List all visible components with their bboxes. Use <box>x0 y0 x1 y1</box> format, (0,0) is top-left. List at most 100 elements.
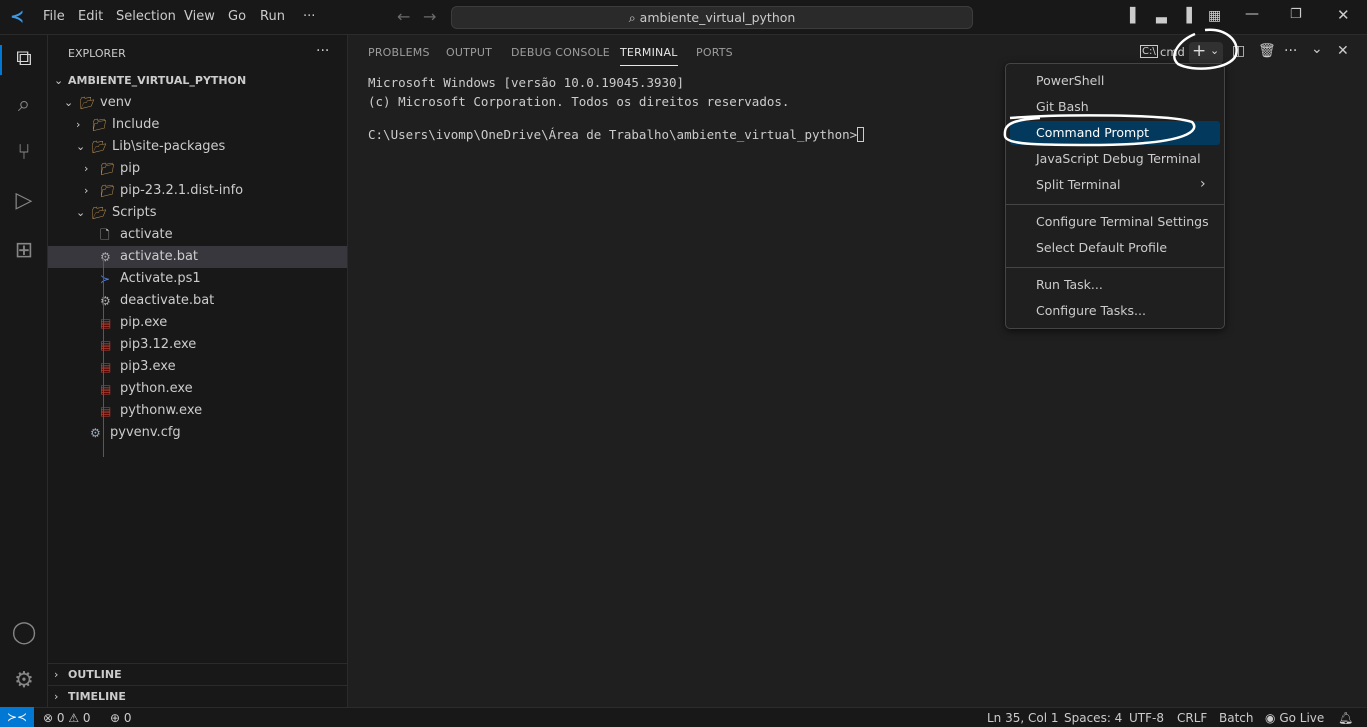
chevron-down-icon[interactable]: ⌄ <box>76 136 85 158</box>
exe-file-icon: ▤ <box>100 360 112 374</box>
run-debug-icon[interactable]: ▷ <box>10 187 38 215</box>
explorer-icon[interactable]: ⧉ <box>10 45 38 73</box>
terminal-line: Microsoft Windows [versão 10.0.19045.393… <box>368 75 685 90</box>
vscode-logo-icon: ≺ <box>10 7 25 27</box>
chevron-down-icon[interactable]: ⌄ <box>1210 44 1219 57</box>
tab-output[interactable]: OUTPUT <box>446 46 492 59</box>
split-terminal-icon[interactable]: ◫ <box>1232 43 1245 59</box>
timeline-section[interactable]: › TIMELINE <box>48 685 347 707</box>
tree-item[interactable]: ⌄ 📂︎ Lib\site-packages <box>48 136 347 158</box>
status-bar: ≻≺ ⊗ 0 ⚠ 0 ⊕ 0 Ln 35, Col 1 Spaces: 4 UT… <box>0 707 1367 727</box>
tab-ports[interactable]: PORTS <box>696 46 733 59</box>
menu-item[interactable]: Command Prompt <box>1010 121 1220 145</box>
account-icon[interactable]: ◯ <box>10 619 38 647</box>
explorer-title: EXPLORER <box>68 47 126 60</box>
powershell-icon: ≻ <box>100 272 111 286</box>
tree-item[interactable]: › 📁︎ pip <box>48 158 347 180</box>
tree-item[interactable]: ▤ pythonw.exe <box>48 400 347 422</box>
tab-problems[interactable]: PROBLEMS <box>368 46 430 59</box>
toggle-sidebar-icon[interactable]: ▌ <box>1130 8 1141 24</box>
customize-layout-icon[interactable]: ▦ <box>1208 8 1221 24</box>
toggle-panel-icon[interactable]: ▃ <box>1156 8 1167 24</box>
forward-arrow-icon[interactable]: → <box>423 7 436 26</box>
tree-item[interactable]: ▤ pip3.12.exe <box>48 334 347 356</box>
tree-item[interactable]: 🗋 activate <box>48 224 347 246</box>
menu-go[interactable]: Go <box>228 9 246 24</box>
terminal-name[interactable]: cmd <box>1160 45 1185 59</box>
tab-debug-console[interactable]: DEBUG CONSOLE <box>511 46 610 59</box>
cursor-position[interactable]: Ln 35, Col 1 <box>987 711 1059 725</box>
menu-selection[interactable]: Selection <box>116 9 176 24</box>
tree-root[interactable]: ⌄ AMBIENTE_VIRTUAL_PYTHON <box>48 70 347 92</box>
command-center-search[interactable]: ⌕ ambiente_virtual_python <box>451 6 973 29</box>
terminal-prompt[interactable]: C:\Users\ivomp\OneDrive\Área de Trabalho… <box>368 127 865 142</box>
source-control-icon[interactable]: ⑂ <box>10 139 38 167</box>
restore-icon[interactable]: ❐ <box>1290 7 1302 22</box>
maximize-chevron-icon[interactable]: ⌄ <box>1311 41 1323 57</box>
menu-view[interactable]: View <box>184 9 215 24</box>
exe-file-icon: ▤ <box>100 338 112 352</box>
chevron-right-icon[interactable]: › <box>84 158 88 180</box>
go-live-button[interactable]: ◉ Go Live <box>1265 711 1324 725</box>
notifications-bell-icon[interactable]: 🔔︎ <box>1338 711 1353 725</box>
menu-separator <box>1006 267 1224 268</box>
terminal-cmd-icon: C:\ <box>1140 45 1158 58</box>
tree-item[interactable]: › 📁︎ pip-23.2.1.dist-info <box>48 180 347 202</box>
tree-item[interactable]: ⚙ activate.bat <box>48 246 347 268</box>
encoding[interactable]: UTF-8 <box>1129 711 1164 725</box>
more-actions-icon[interactable]: ··· <box>316 43 329 59</box>
menu-file[interactable]: File <box>43 9 65 24</box>
end-of-line[interactable]: CRLF <box>1177 711 1207 725</box>
tree-item[interactable]: ▤ pip.exe <box>48 312 347 334</box>
menu-item[interactable]: Split Terminal <box>1010 173 1220 197</box>
tree-item[interactable]: ▤ python.exe <box>48 378 347 400</box>
menu-item[interactable]: PowerShell <box>1010 69 1220 93</box>
minimize-icon[interactable]: — <box>1245 6 1259 22</box>
tree-item[interactable]: ⌄ 📂︎ venv <box>48 92 347 114</box>
chevron-right-icon[interactable]: › <box>84 180 88 202</box>
toggle-secondary-sidebar-icon[interactable]: ▐ <box>1181 8 1192 24</box>
tree-item-label: Scripts <box>112 205 157 220</box>
close-window-icon[interactable]: ✕ <box>1337 6 1350 24</box>
remote-button[interactable]: ≻≺ <box>0 707 34 727</box>
more-actions-icon[interactable]: ··· <box>1284 43 1297 59</box>
menu-item[interactable]: Configure Terminal Settings <box>1010 210 1220 234</box>
chevron-down-icon[interactable]: ⌄ <box>64 92 73 114</box>
menu-item[interactable]: Configure Tasks... <box>1010 299 1220 323</box>
tree-item[interactable]: ≻ Activate.ps1 <box>48 268 347 290</box>
trash-icon[interactable]: 🗑 <box>1258 43 1276 59</box>
problems-status[interactable]: ⊗ 0 ⚠ 0 <box>43 711 91 725</box>
tree-item[interactable]: ⚙ pyvenv.cfg <box>48 422 347 444</box>
chevron-down-icon[interactable]: ⌄ <box>76 202 85 224</box>
menu-item[interactable]: Run Task... <box>1010 273 1220 297</box>
menu-item[interactable]: JavaScript Debug Terminal <box>1010 147 1220 171</box>
back-arrow-icon[interactable]: ← <box>397 7 410 26</box>
tab-terminal[interactable]: TERMINAL <box>620 46 678 66</box>
menu-item[interactable]: Select Default Profile <box>1010 236 1220 260</box>
plus-icon[interactable]: + <box>1192 41 1206 61</box>
close-panel-icon[interactable]: ✕ <box>1337 43 1349 59</box>
extensions-icon[interactable]: ⊞ <box>10 237 38 265</box>
tree-item[interactable]: › 📁︎ Include <box>48 114 347 136</box>
outline-section[interactable]: › OUTLINE <box>48 663 347 685</box>
menu-separator <box>1006 204 1224 205</box>
menu-more[interactable]: ··· <box>303 9 315 24</box>
language-mode[interactable]: Batch <box>1219 711 1254 725</box>
tree-item[interactable]: ▤ pip3.exe <box>48 356 347 378</box>
search-icon[interactable]: ⌕ <box>10 91 38 119</box>
tree-item-label: pip3.exe <box>120 359 176 374</box>
terminal-line: (c) Microsoft Corporation. Todos os dire… <box>368 94 790 109</box>
tree-item-label: activate <box>120 227 173 242</box>
folder-icon: 📁︎ <box>92 118 108 132</box>
menu-run[interactable]: Run <box>260 9 285 24</box>
tree-item[interactable]: ⚙ deactivate.bat <box>48 290 347 312</box>
new-terminal-button[interactable]: + ⌄ <box>1189 41 1223 64</box>
settings-gear-icon[interactable]: ⚙ <box>10 667 38 695</box>
menu-item[interactable]: Git Bash <box>1010 95 1220 119</box>
ports-status[interactable]: ⊕ 0 <box>110 711 132 725</box>
chevron-right-icon[interactable]: › <box>76 114 80 136</box>
menu-edit[interactable]: Edit <box>78 9 103 24</box>
tree-item[interactable]: ⌄ 📂︎ Scripts <box>48 202 347 224</box>
indentation[interactable]: Spaces: 4 <box>1064 711 1122 725</box>
cursor <box>857 127 865 142</box>
